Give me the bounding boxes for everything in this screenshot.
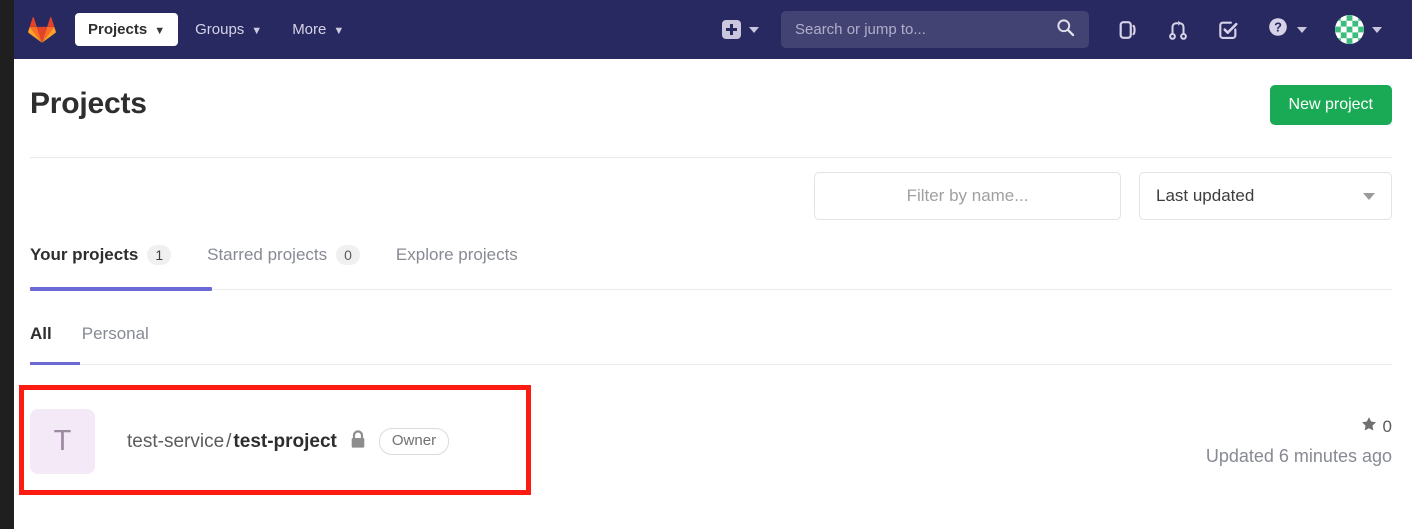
project-identity: test-service / test-project Owner xyxy=(127,428,450,455)
project-stars[interactable]: 0 xyxy=(1206,416,1392,437)
project-list-item[interactable]: T test-service / test-project Owner 0 Up… xyxy=(30,389,1392,494)
tab-starred-projects-count: 0 xyxy=(336,245,360,265)
project-star-count: 0 xyxy=(1382,416,1392,436)
gitlab-tanuki-logo-icon[interactable] xyxy=(27,15,57,45)
chevron-down-icon xyxy=(749,26,759,33)
project-meta: 0 Updated 6 minutes ago xyxy=(1206,416,1392,467)
search-input[interactable] xyxy=(795,21,1056,38)
tabs-active-indicator xyxy=(30,287,212,291)
global-search[interactable] xyxy=(781,11,1089,48)
sort-dropdown[interactable]: Last updated xyxy=(1139,172,1392,220)
gitlab-projects-page: Projects ▼ Groups ▼ More ▼ Search or jum… xyxy=(0,0,1412,529)
navbar-primary-menu: Projects ▼ Groups ▼ More ▼ xyxy=(75,13,357,46)
project-avatar: T xyxy=(30,409,95,474)
project-name-text: test-project xyxy=(233,430,337,452)
project-updated-time: Updated 6 minutes ago xyxy=(1205,446,1392,466)
filter-by-name-input[interactable] xyxy=(814,172,1121,220)
project-tabs: Your projects 1 Starred projects 0 Explo… xyxy=(30,245,536,279)
lock-icon xyxy=(350,429,366,454)
chevron-down-icon xyxy=(1297,26,1307,33)
plus-square-icon xyxy=(722,20,741,39)
chevron-down-icon: ▼ xyxy=(251,24,263,37)
project-name[interactable]: test-service / test-project xyxy=(127,431,337,453)
sort-dropdown-value: Last updated xyxy=(1156,186,1255,205)
page-header: Projects New project xyxy=(0,59,1412,157)
nav-item-more[interactable]: More ▼ xyxy=(279,13,357,46)
chevron-down-icon: ▼ xyxy=(154,24,166,37)
nav-item-projects-label: Projects xyxy=(88,21,148,38)
subtabs-divider xyxy=(30,364,1392,365)
project-subtabs: All Personal xyxy=(30,324,164,356)
svg-text:?: ? xyxy=(1274,20,1282,35)
tab-explore-projects-label: Explore projects xyxy=(395,245,518,264)
todos-icon[interactable] xyxy=(1217,19,1239,41)
project-namespace: test-service xyxy=(127,430,225,452)
tab-your-projects-label: Your projects xyxy=(30,245,139,264)
user-avatar xyxy=(1335,15,1364,44)
tabs-divider xyxy=(30,289,1392,290)
tab-starred-projects[interactable]: Starred projects 0 xyxy=(189,245,378,279)
chevron-down-icon: ▼ xyxy=(333,24,345,37)
tab-your-projects-count: 1 xyxy=(147,245,172,265)
nav-item-more-label: More xyxy=(292,21,327,38)
access-level-badge: Owner xyxy=(378,428,450,455)
subtab-personal[interactable]: Personal xyxy=(67,324,164,356)
tab-explore-projects[interactable]: Explore projects xyxy=(378,245,536,279)
search-icon xyxy=(1056,18,1075,42)
merge-requests-icon[interactable] xyxy=(1167,19,1189,41)
page-title: Projects xyxy=(30,87,147,120)
filter-controls: Last updated xyxy=(814,172,1392,220)
tab-starred-projects-label: Starred projects xyxy=(207,245,328,264)
nav-item-groups-label: Groups xyxy=(195,21,245,38)
tab-your-projects[interactable]: Your projects 1 xyxy=(30,245,189,279)
user-menu[interactable] xyxy=(1335,15,1382,44)
chevron-down-icon xyxy=(1363,192,1375,200)
subtab-all[interactable]: All xyxy=(30,324,67,356)
issues-icon[interactable] xyxy=(1117,19,1139,41)
new-project-button[interactable]: New project xyxy=(1269,85,1392,125)
help-icon: ? xyxy=(1267,16,1289,43)
create-new-button[interactable] xyxy=(722,20,759,39)
page-left-edge xyxy=(0,0,14,529)
navbar-utility-icons: ? xyxy=(1117,15,1382,44)
nav-item-groups[interactable]: Groups ▼ xyxy=(182,13,275,46)
page-content: Projects New project Last updated Your p… xyxy=(0,59,1412,474)
top-navbar: Projects ▼ Groups ▼ More ▼ Search or jum… xyxy=(0,0,1412,59)
chevron-down-icon xyxy=(1372,26,1382,33)
star-icon xyxy=(1361,416,1377,437)
help-menu[interactable]: ? xyxy=(1267,16,1307,43)
nav-item-projects[interactable]: Projects ▼ xyxy=(75,13,179,46)
header-divider xyxy=(30,157,1392,158)
subtabs-active-indicator xyxy=(30,362,80,365)
